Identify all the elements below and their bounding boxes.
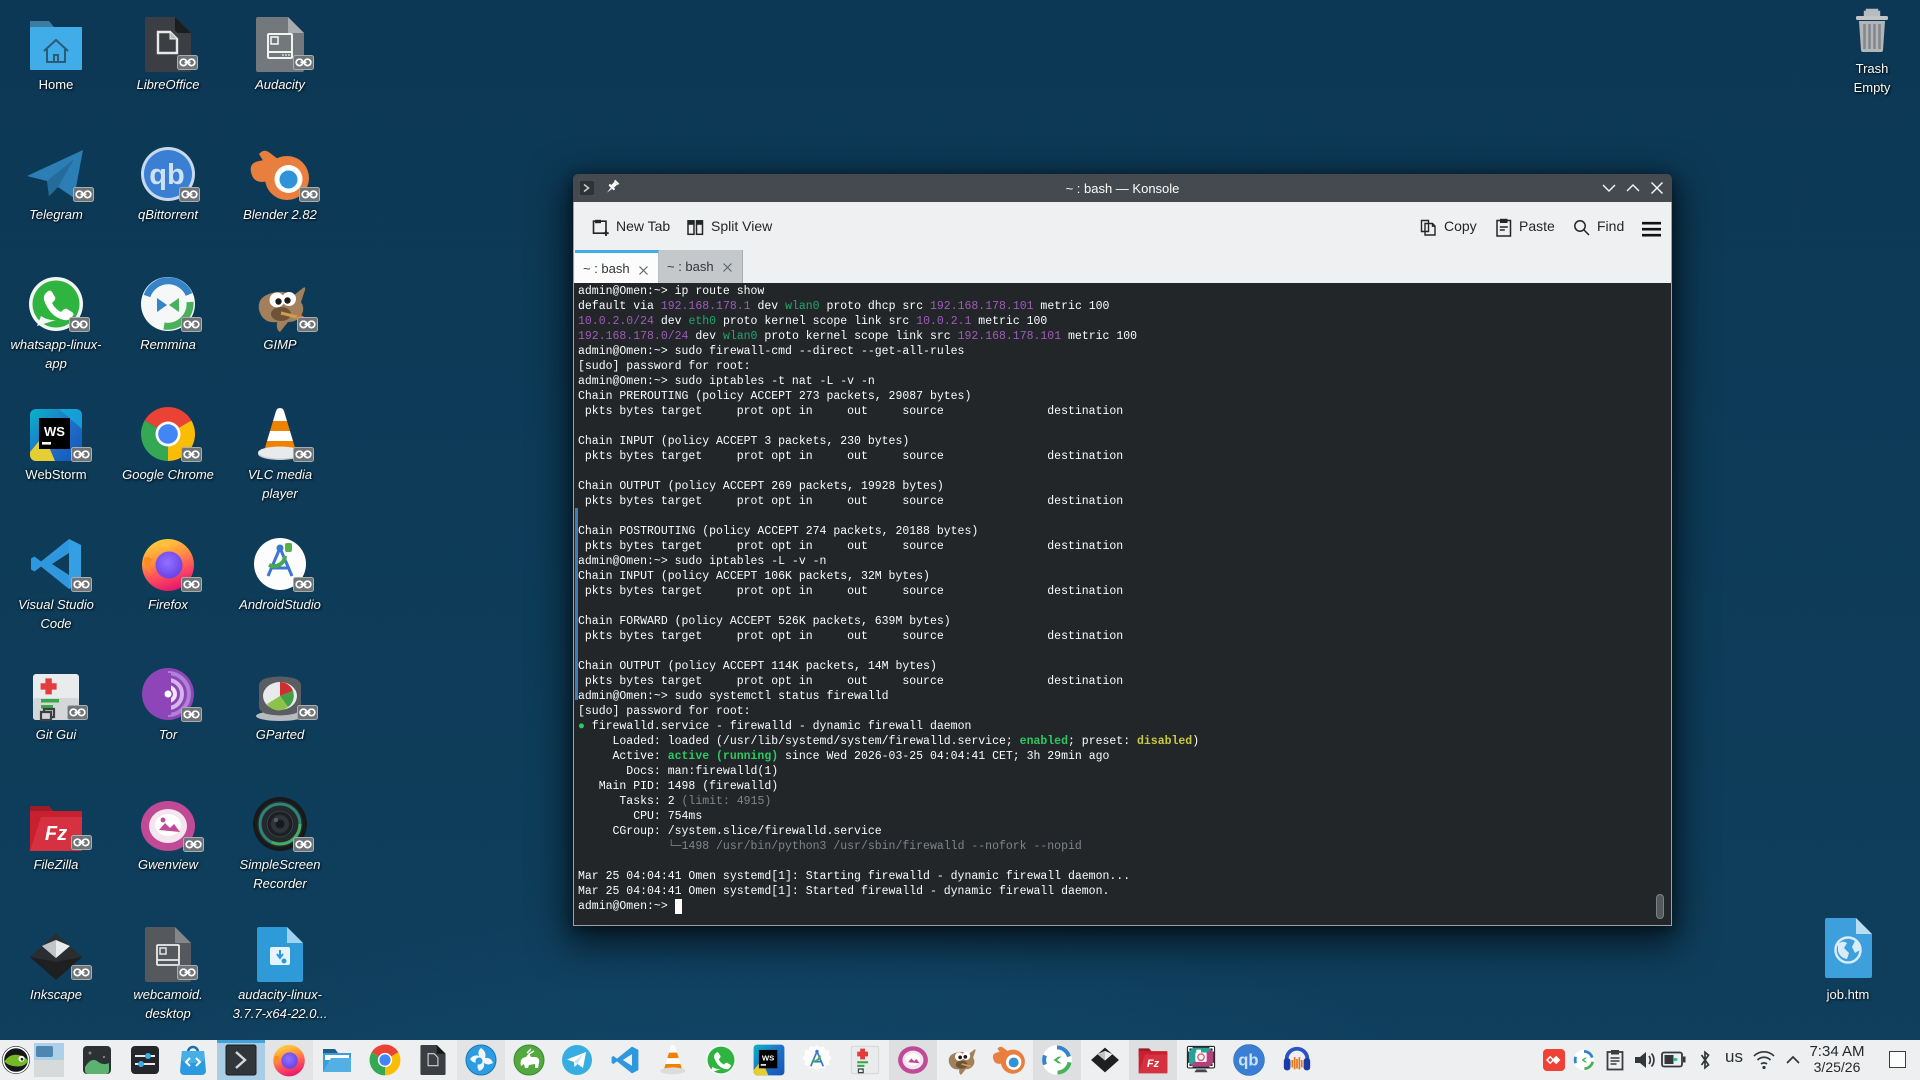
svg-text:WS: WS: [44, 424, 65, 439]
svg-text:Fz: Fz: [1147, 1058, 1160, 1070]
svg-text:qb: qb: [1238, 1051, 1258, 1070]
svg-text:WS: WS: [762, 1054, 774, 1063]
svg-text:Fz: Fz: [45, 823, 67, 845]
